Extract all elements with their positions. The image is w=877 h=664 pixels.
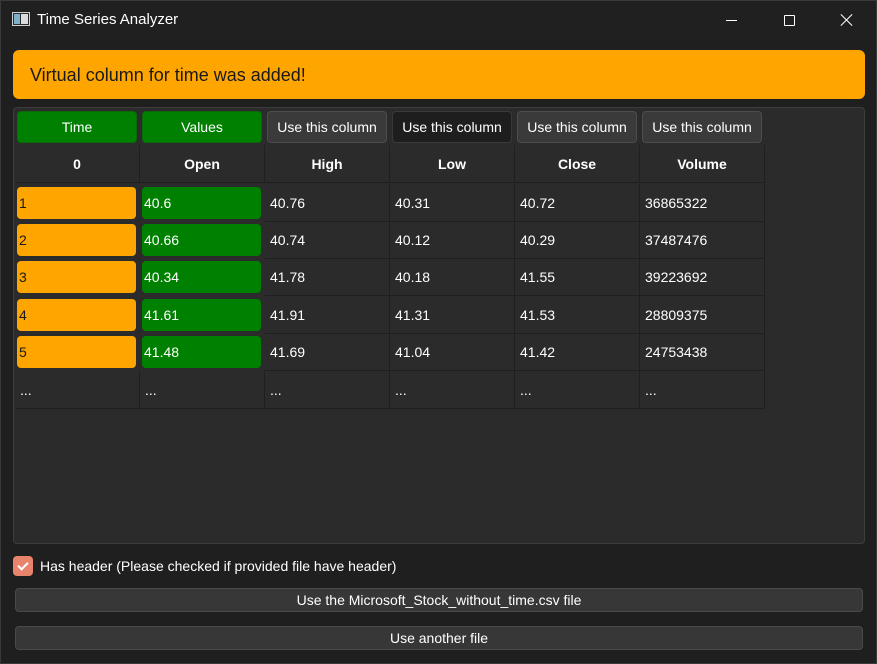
maximize-icon xyxy=(783,14,795,26)
table-cell[interactable]: 40.74 xyxy=(265,221,390,259)
table-cell[interactable]: 41.42 xyxy=(515,333,640,371)
data-table: Time Values Use this column Use this col… xyxy=(13,107,865,544)
table-cell[interactable]: 41.78 xyxy=(265,258,390,296)
close-button[interactable] xyxy=(818,1,876,39)
table-cell[interactable]: 40.76 xyxy=(265,184,390,222)
app-window: Time Series Analyzer Virtual column for … xyxy=(0,0,877,664)
use-column-button-low[interactable]: Use this column xyxy=(392,111,512,143)
values-column-button[interactable]: Values xyxy=(142,111,262,143)
table-cell[interactable]: 40.31 xyxy=(390,184,515,222)
column-header-volume: Volume xyxy=(640,145,765,183)
value-cell[interactable]: 40.66 xyxy=(142,224,261,256)
table-cell[interactable]: 24753438 xyxy=(640,333,765,371)
column-header-index: 0 xyxy=(15,145,140,183)
time-cell[interactable]: 3 xyxy=(17,261,136,293)
table-cell[interactable]: 40.29 xyxy=(515,221,640,259)
has-header-label: Has header (Please checked if provided f… xyxy=(40,558,397,574)
table-cell[interactable]: 41.53 xyxy=(515,296,640,334)
use-column-button-high[interactable]: Use this column xyxy=(267,111,387,143)
value-cell[interactable]: 41.61 xyxy=(142,299,261,331)
window-title: Time Series Analyzer xyxy=(37,11,179,28)
close-icon xyxy=(840,13,854,27)
table-cell[interactable]: 37487476 xyxy=(640,221,765,259)
table-cell[interactable]: 40.18 xyxy=(390,258,515,296)
table-cell[interactable]: ... xyxy=(515,371,640,409)
column-header-low: Low xyxy=(390,145,515,183)
column-header-open: Open xyxy=(140,145,265,183)
app-window-icon xyxy=(12,12,30,26)
table-cell[interactable]: 41.91 xyxy=(265,296,390,334)
value-cell[interactable]: 41.48 xyxy=(142,336,261,368)
table-cell[interactable]: 41.04 xyxy=(390,333,515,371)
use-column-button-volume[interactable]: Use this column xyxy=(642,111,762,143)
time-column-button[interactable]: Time xyxy=(17,111,137,143)
column-header-close: Close xyxy=(515,145,640,183)
table-cell[interactable]: 41.69 xyxy=(265,333,390,371)
table-cell[interactable]: 39223692 xyxy=(640,258,765,296)
table-cell[interactable]: 41.55 xyxy=(515,258,640,296)
table-cell[interactable]: 41.31 xyxy=(390,296,515,334)
minimize-button[interactable] xyxy=(702,1,760,39)
checkmark-icon xyxy=(17,559,29,571)
time-cell[interactable]: 2 xyxy=(17,224,136,256)
value-cell[interactable]: 40.6 xyxy=(142,187,261,219)
minimize-icon xyxy=(725,19,737,21)
table-cell[interactable]: ... xyxy=(15,371,140,409)
maximize-button[interactable] xyxy=(760,1,818,39)
table-cell[interactable]: ... xyxy=(390,371,515,409)
time-cell[interactable]: 4 xyxy=(17,299,136,331)
table-cell[interactable]: 40.72 xyxy=(515,184,640,222)
table-cell[interactable]: ... xyxy=(140,371,265,409)
column-header-high: High xyxy=(265,145,390,183)
title-bar: Time Series Analyzer xyxy=(1,1,876,39)
value-cell[interactable]: 40.34 xyxy=(142,261,261,293)
has-header-checkbox[interactable] xyxy=(13,556,33,576)
use-provided-file-button[interactable]: Use the Microsoft_Stock_without_time.csv… xyxy=(15,588,863,612)
has-header-option: Has header (Please checked if provided f… xyxy=(13,555,396,577)
time-cell[interactable]: 1 xyxy=(17,187,136,219)
table-cell[interactable]: ... xyxy=(265,371,390,409)
status-banner: Virtual column for time was added! xyxy=(13,50,865,99)
use-column-button-close[interactable]: Use this column xyxy=(517,111,637,143)
table-cell[interactable]: 28809375 xyxy=(640,296,765,334)
table-cell[interactable]: ... xyxy=(640,371,765,409)
time-cell[interactable]: 5 xyxy=(17,336,136,368)
table-cell[interactable]: 36865322 xyxy=(640,184,765,222)
table-cell[interactable]: 40.12 xyxy=(390,221,515,259)
use-another-file-button[interactable]: Use another file xyxy=(15,626,863,650)
